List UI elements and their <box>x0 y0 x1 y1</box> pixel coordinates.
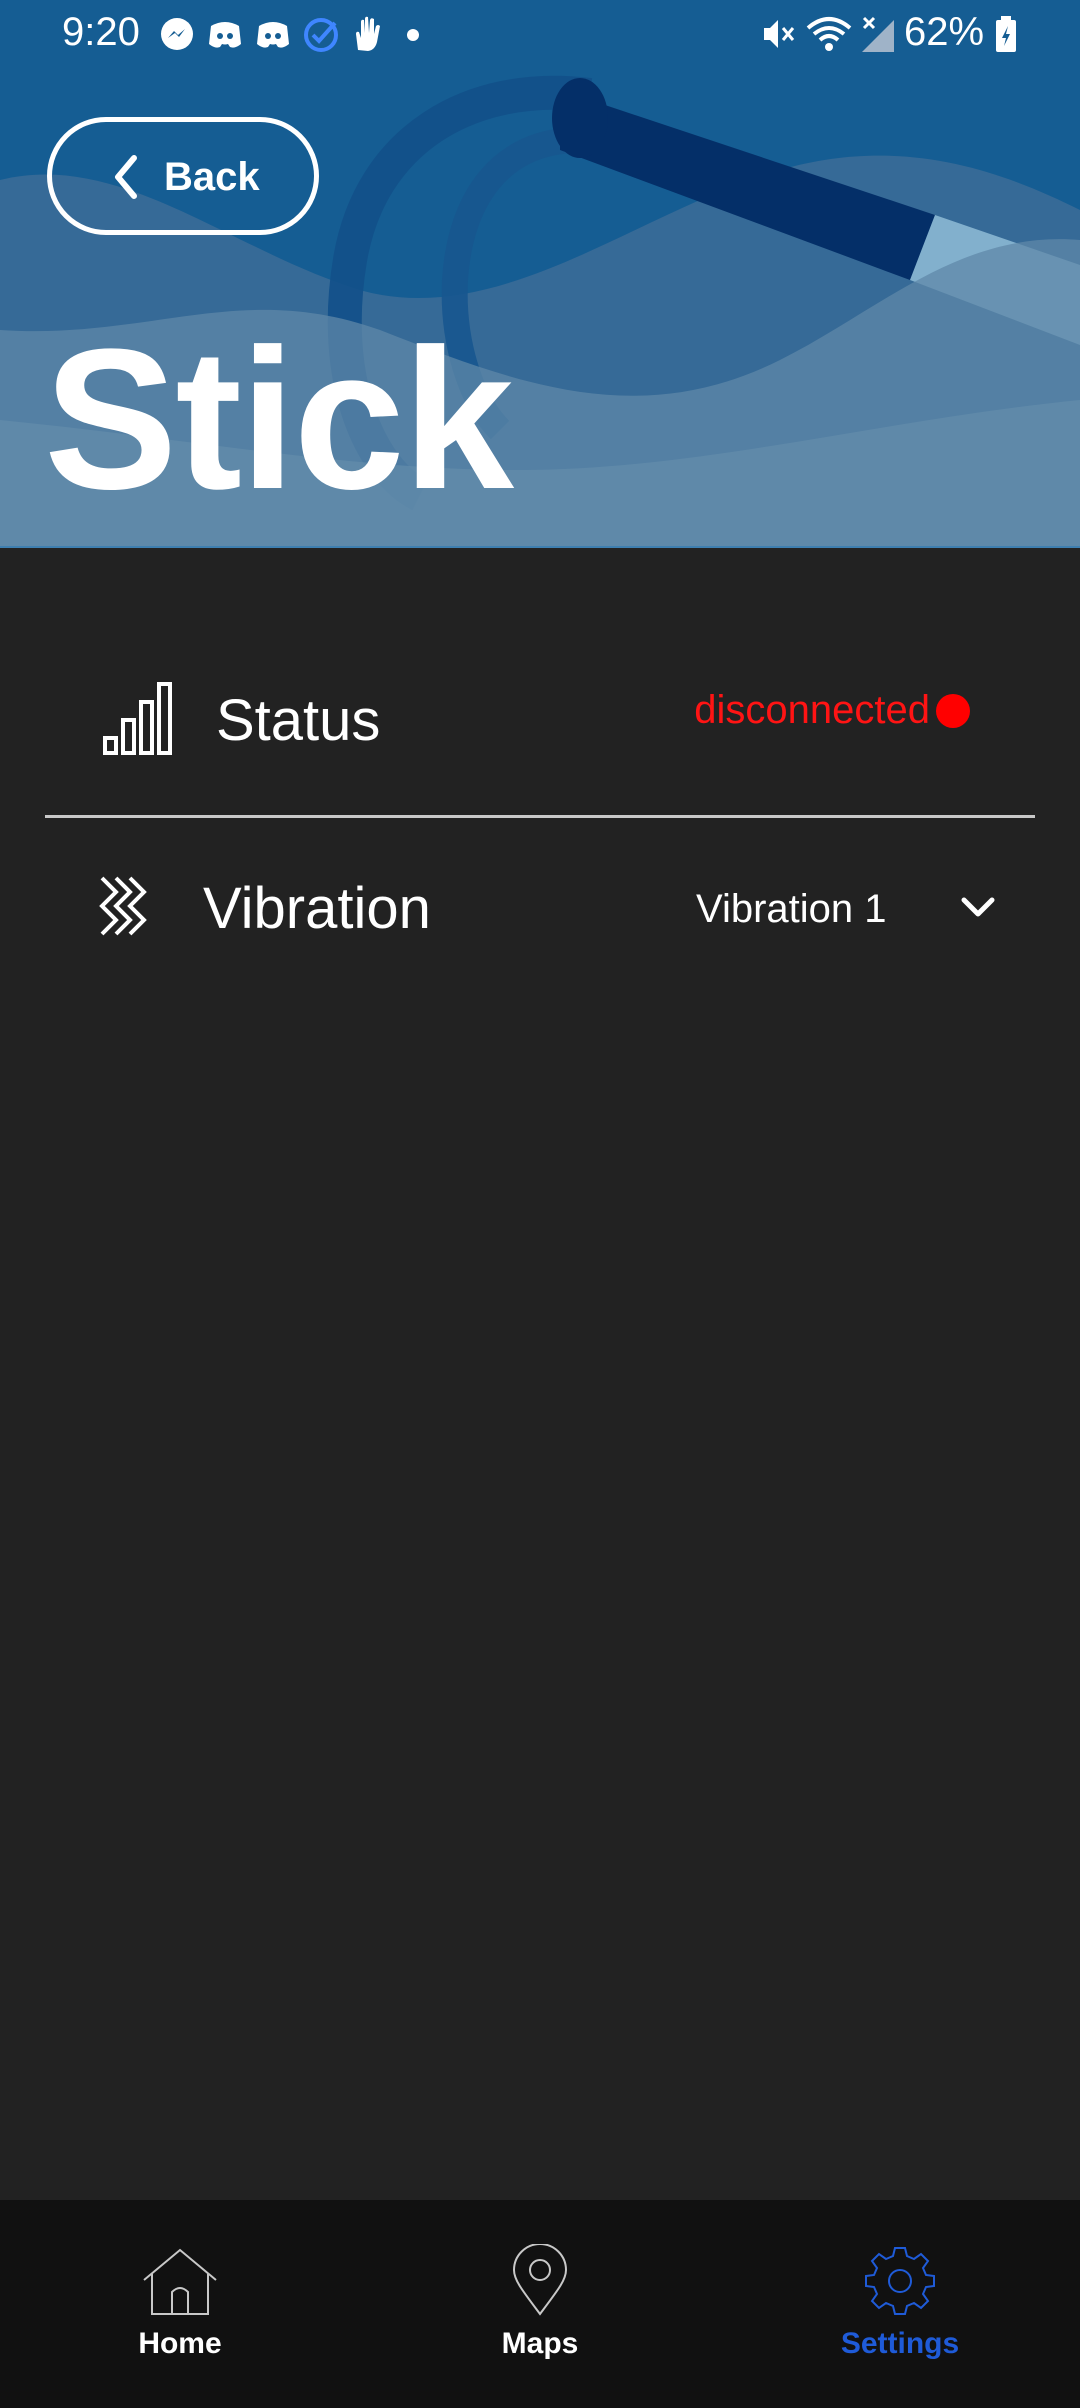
status-value: disconnected <box>694 688 930 732</box>
home-icon <box>143 2248 217 2315</box>
chevron-left-icon <box>115 155 137 199</box>
messenger-icon <box>161 18 193 50</box>
back-label: Back <box>164 155 260 199</box>
nav-maps-label: Maps <box>501 2327 579 2360</box>
nav-home[interactable]: Home <box>70 2244 290 2384</box>
vibration-label: Vibration <box>203 876 431 941</box>
nav-home-label: Home <box>138 2327 222 2360</box>
status-time: 9:20 <box>62 10 140 54</box>
vibration-select-value: Vibration 1 <box>696 887 887 931</box>
page-title: Stick <box>44 308 514 531</box>
vibration-row: Vibration Vibration 1 <box>44 850 1036 970</box>
nav-settings-label: Settings <box>840 2327 960 2360</box>
signal-icon <box>862 16 894 52</box>
battery-icon <box>996 16 1016 52</box>
wifi-icon <box>806 17 852 51</box>
hand-icon <box>356 16 380 51</box>
gear-icon <box>865 2247 935 2315</box>
dot-icon <box>407 29 419 41</box>
bottom-nav: Home Maps Settings <box>0 2200 1080 2408</box>
signal-bars-icon <box>103 682 172 755</box>
mute-icon <box>764 20 795 48</box>
row-divider <box>45 815 1035 818</box>
status-bar: 9:20 62% <box>0 0 1080 70</box>
discord-icon <box>257 22 289 48</box>
discord-icon <box>209 22 241 48</box>
vibration-select[interactable]: Vibration 1 <box>696 876 1016 946</box>
status-row: Status disconnected <box>44 650 1036 790</box>
status-label: Status <box>216 688 381 753</box>
vibration-icon <box>99 876 147 936</box>
battery-percent: 62% <box>904 10 985 54</box>
header-divider <box>0 546 1080 548</box>
map-pin-icon <box>512 2244 568 2316</box>
status-indicator-dot <box>936 694 970 728</box>
back-button[interactable]: Back <box>47 117 319 235</box>
check-circle-icon <box>304 18 338 52</box>
nav-settings[interactable]: Settings <box>790 2244 1010 2384</box>
nav-maps[interactable]: Maps <box>430 2244 650 2384</box>
chevron-down-icon <box>961 897 995 917</box>
